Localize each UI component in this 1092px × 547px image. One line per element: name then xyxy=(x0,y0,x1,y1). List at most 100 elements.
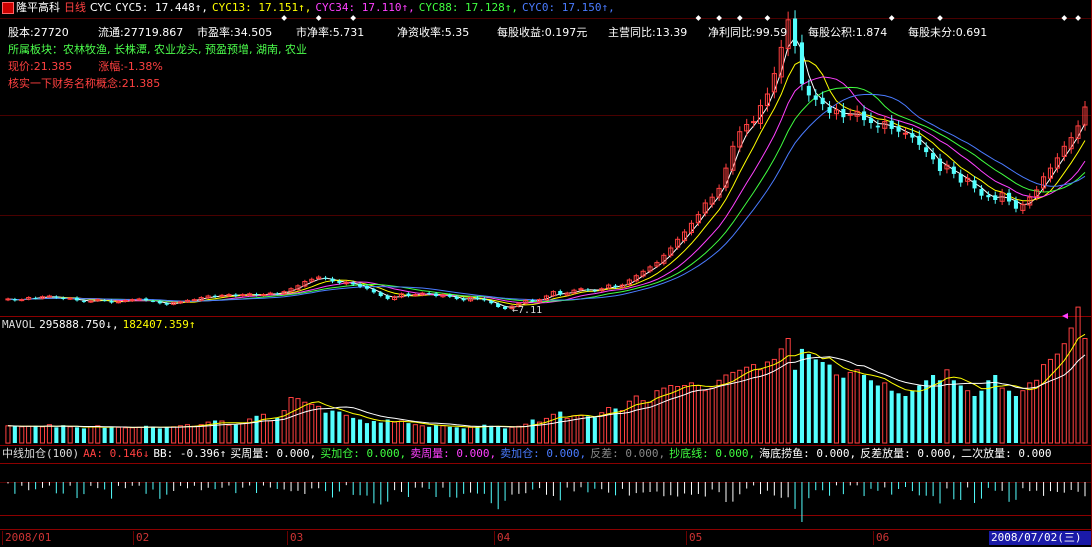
candle-body xyxy=(115,301,122,304)
signal-diamond xyxy=(764,15,771,21)
volume-bar xyxy=(847,371,853,444)
indicator-label[interactable]: 中线加仓(100) xyxy=(2,447,79,461)
stock-chart-canvas[interactable] xyxy=(0,0,1092,547)
date-axis-label: 02 xyxy=(133,531,149,545)
signal-diamond xyxy=(281,15,287,21)
volume-bar xyxy=(619,410,626,444)
volume-bar xyxy=(972,396,977,443)
volume-bar xyxy=(385,419,390,443)
volume-bar xyxy=(240,422,246,444)
volume-bar xyxy=(979,390,984,443)
candle-body xyxy=(447,294,452,297)
candle-body xyxy=(54,296,59,298)
candle-body xyxy=(585,289,590,291)
finance-info-item: 股本:27720 xyxy=(8,26,69,39)
candle-body xyxy=(530,300,535,302)
candle-body xyxy=(136,298,142,301)
candle-body xyxy=(841,109,846,118)
volume-bar xyxy=(958,385,963,443)
candle-body xyxy=(358,284,363,287)
candle-body xyxy=(482,298,487,301)
volume-bar xyxy=(868,380,873,443)
candle-body xyxy=(378,292,383,296)
candle-body xyxy=(371,289,376,293)
candle-body xyxy=(102,300,107,302)
volume-bar xyxy=(785,338,791,444)
volume-bar xyxy=(371,421,376,443)
volume-bar xyxy=(75,427,80,443)
volume-bar xyxy=(482,424,487,443)
period-label[interactable]: 日线 xyxy=(64,1,86,15)
volume-bar xyxy=(81,428,86,443)
mavol-label[interactable]: MAVOL xyxy=(2,318,35,332)
indicator-title: 中线加仓(100) AA: 0.146↓ BB: -0.396↑ 买周量: 0.000… xyxy=(2,447,1055,461)
candle-body xyxy=(924,147,929,153)
finance-info-item: 每股未分:0.691 xyxy=(908,26,988,39)
price-line: 现价:21.385 涨幅:-1.38% xyxy=(8,60,167,74)
finance-info-item: 主营同比:13.39 xyxy=(608,26,688,39)
volume-bar xyxy=(550,413,556,444)
candle-body xyxy=(847,113,853,116)
volume-bar xyxy=(1068,327,1074,444)
moving-average-line xyxy=(7,60,1086,306)
candle-body xyxy=(61,297,66,299)
buy-add-pos: 买加仓: 0.000, xyxy=(320,447,407,460)
sell-week-vol: 卖周量: 0.000, xyxy=(410,447,497,460)
candle-body xyxy=(896,126,901,132)
volume-bar xyxy=(633,395,639,444)
title-line: 隆平高科 日线 CYC CYC5: 17.448↑, CYC13: 17.151↑, CY… xyxy=(16,1,619,15)
volume-bar xyxy=(702,390,708,444)
volume-bar xyxy=(882,382,888,444)
date-axis-label: 05 xyxy=(686,531,702,545)
volume-bar xyxy=(509,426,515,444)
signal-diamond xyxy=(716,15,722,21)
volume-bar xyxy=(993,375,998,443)
candle-body xyxy=(351,282,356,285)
volume-bar xyxy=(109,426,114,443)
volume-bar xyxy=(806,354,811,443)
stock-name[interactable]: 隆平高科 xyxy=(16,1,60,15)
finance-info-item: 净资收率:5.35 xyxy=(397,26,470,39)
candle-body xyxy=(910,133,915,138)
current-price: 现价:21.385 xyxy=(8,60,73,73)
volume-bar xyxy=(675,386,681,444)
volume-bar xyxy=(61,425,66,443)
volume-bar xyxy=(330,410,335,443)
volume-bar xyxy=(254,415,259,443)
volume-bar xyxy=(46,424,53,444)
volume-bar xyxy=(144,425,149,444)
candle-body xyxy=(993,195,998,200)
bb-value: BB: -0.396↑ xyxy=(153,447,227,460)
volume-bar xyxy=(965,390,971,444)
candle-body xyxy=(958,173,963,183)
volume-bar xyxy=(323,412,328,443)
candle-body xyxy=(592,290,597,292)
candle-body xyxy=(558,291,563,295)
finance-info-item: 市盈率:34.505 xyxy=(197,26,273,39)
mavol-value-2: 182407.359↑ xyxy=(122,318,196,331)
candle-body xyxy=(951,166,956,174)
candle-body xyxy=(475,297,480,299)
volume-bar xyxy=(558,411,563,443)
volume-bar xyxy=(516,425,522,444)
cyc0-value: CYC0: 17.150↑, xyxy=(522,1,615,14)
indicator-name[interactable]: CYC xyxy=(90,1,111,15)
candle-body xyxy=(75,297,80,301)
volume-bar xyxy=(26,425,32,444)
candle-body xyxy=(330,278,335,282)
moving-average-line xyxy=(7,36,1086,308)
volume-bar xyxy=(419,425,425,444)
verify-concept-line: 核实一下财务名称概念:21.385 xyxy=(8,77,161,90)
volume-bar xyxy=(910,390,915,443)
finance-info-item: 每股公积:1.874 xyxy=(808,26,888,39)
candle-body xyxy=(454,296,459,299)
candle-body xyxy=(937,158,942,171)
app-icon[interactable] xyxy=(2,2,14,14)
aa-value: AA: 0.146↓ xyxy=(83,447,150,460)
current-date-badge: 2008/07/02(三) xyxy=(989,531,1091,545)
volume-bar xyxy=(606,407,612,444)
low-price-value: 7.11 xyxy=(518,305,543,316)
volume-bar xyxy=(343,414,349,444)
bottom-fishing: 海底捞鱼: 0.000, xyxy=(759,447,857,460)
volume-bar xyxy=(1013,396,1018,443)
